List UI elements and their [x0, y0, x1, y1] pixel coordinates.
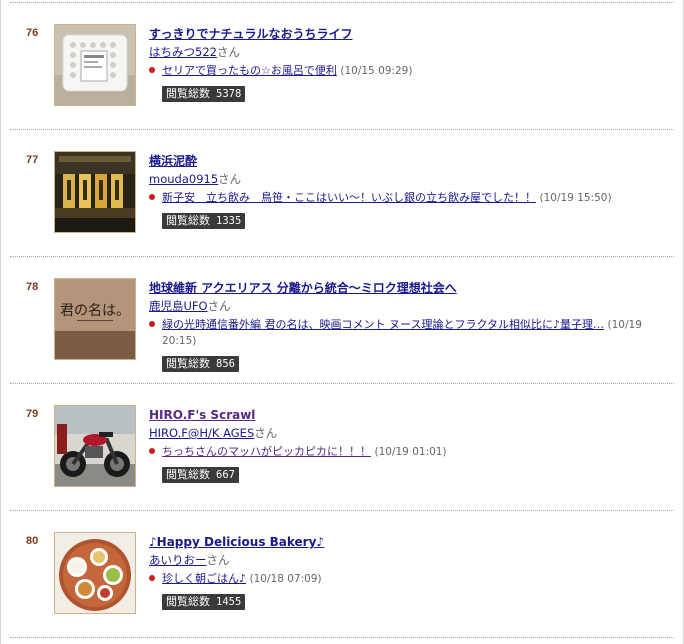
post-title-link[interactable]: 珍しく朝ごはん♪	[162, 572, 246, 585]
latest-post-line: 緑の光時通信番外編 君の名は、映画コメント ヌース理論とフラクタル相似比に♪量子…	[149, 317, 666, 349]
author-line: HIRO.F@H/K AGESさん	[149, 424, 666, 442]
ranking-entry: 79 HIRO.F's Scrawl HIRO.F@H/K AGESさん ちっち…	[10, 384, 674, 511]
bullet-icon	[149, 321, 155, 327]
bullet-icon	[149, 67, 155, 73]
post-title-link[interactable]: 新子安 立ち飲み 鳥笹・ここはいい〜！いぶし銀の立ち飲み屋でした！！	[162, 191, 536, 204]
author-line: mouda0915さん	[149, 170, 666, 188]
entry-info: 地球維新 アクエリアス 分離から統合〜ミロク理想社会へ 鹿児島UFOさん 緑の光…	[149, 279, 666, 372]
rank-number: 79	[26, 408, 39, 420]
post-title-link[interactable]: ちっちさんのマッハがピッカピカに！！！	[162, 445, 371, 458]
author-link[interactable]: 鹿児島UFO	[149, 299, 208, 313]
entry-info: すっきりでナチュラルなおうちライフ はちみつ522さん セリアで買ったもの☆お風…	[149, 25, 666, 102]
views-count: 667	[216, 469, 235, 481]
frame-border-left	[0, 0, 1, 644]
ranking-entry: 80 ♪Happy Delicious Bakery♪ あいりおーさん 珍しく朝…	[10, 511, 674, 638]
views-badge: 閲覧総数 1455	[162, 594, 246, 610]
rank-number: 76	[26, 27, 39, 39]
post-date: (10/19 15:50)	[539, 192, 612, 204]
sign-text: 君の名は。	[60, 303, 130, 319]
honorific: さん	[216, 45, 240, 59]
entry-info: 横浜泥酔 mouda0915さん 新子安 立ち飲み 鳥笹・ここはいい〜！いぶし銀…	[149, 152, 666, 229]
breakfast-plate-thumbnail[interactable]	[54, 532, 136, 614]
views-label: 閲覧総数	[166, 468, 210, 481]
blog-title-link[interactable]: HIRO.F's Scrawl	[149, 406, 255, 424]
entry-info: HIRO.F's Scrawl HIRO.F@H/K AGESさん ちっちさんの…	[149, 406, 666, 483]
bullet-icon	[149, 448, 155, 454]
views-count: 1455	[216, 596, 242, 608]
post-date: (10/19 01:01)	[374, 446, 447, 458]
post-date: (10/15 09:29)	[340, 65, 413, 77]
views-label: 閲覧総数	[166, 87, 210, 100]
bullet-icon	[149, 575, 155, 581]
post-title-link[interactable]: セリアで買ったもの☆お風呂で便利	[162, 64, 337, 77]
entry-info: ♪Happy Delicious Bakery♪ あいりおーさん 珍しく朝ごはん…	[149, 533, 666, 610]
latest-post-line: 珍しく朝ごはん♪ (10/18 07:09)	[149, 571, 666, 587]
views-badge: 閲覧総数 856	[162, 356, 239, 372]
honorific: さん	[254, 426, 278, 440]
latest-post-line: 新子安 立ち飲み 鳥笹・ここはいい〜！いぶし銀の立ち飲み屋でした！！ (10/1…	[149, 190, 666, 206]
post-date: (10/18 07:09)	[249, 573, 322, 585]
blog-title-link[interactable]: すっきりでナチュラルなおうちライフ	[149, 25, 353, 43]
ranking-entry: 77 横浜泥酔 mouda0915さん 新子安 立ち飲み 鳥笹・ここはいい〜！い…	[10, 130, 674, 257]
views-count: 5378	[216, 88, 242, 100]
blog-ranking-list: 76 すっきりでナチュラルなおうちライフ はちみつ522さん セリアで買ったもの…	[10, 0, 674, 638]
blog-title-link[interactable]: 地球維新 アクエリアス 分離から統合〜ミロク理想社会へ	[149, 279, 457, 297]
honorific: さん	[207, 299, 231, 313]
blog-title-link[interactable]: ♪Happy Delicious Bakery♪	[149, 533, 324, 551]
views-badge: 閲覧総数 667	[162, 467, 239, 483]
author-link[interactable]: HIRO.F@H/K AGES	[149, 426, 254, 440]
views-label: 閲覧総数	[166, 357, 210, 370]
author-link[interactable]: mouda0915	[149, 172, 218, 186]
blog-title-link[interactable]: 横浜泥酔	[149, 152, 197, 170]
ranking-entry: 76 すっきりでナチュラルなおうちライフ はちみつ522さん セリアで買ったもの…	[10, 3, 674, 130]
views-label: 閲覧総数	[166, 214, 210, 227]
honorific: さん	[218, 172, 242, 186]
rank-number: 78	[26, 281, 39, 293]
latest-post-line: セリアで買ったもの☆お風呂で便利 (10/15 09:29)	[149, 63, 666, 79]
post-title-link[interactable]: 緑の光時通信番外編 君の名は、映画コメント ヌース理論とフラクタル相似比に♪量子…	[162, 318, 604, 331]
views-badge: 閲覧総数 5378	[162, 86, 246, 102]
rank-number: 80	[26, 535, 39, 547]
author-line: はちみつ522さん	[149, 43, 666, 61]
views-label: 閲覧総数	[166, 595, 210, 608]
honorific: さん	[206, 553, 230, 567]
motorcycle-thumbnail[interactable]	[54, 405, 136, 487]
views-count: 1335	[216, 215, 242, 227]
kimi-no-na-wa-sign-thumbnail[interactable]: 君の名は。	[54, 278, 136, 360]
izakaya-street-thumbnail[interactable]	[54, 151, 136, 233]
laundry-basket-thumbnail[interactable]	[54, 24, 136, 106]
bullet-icon	[149, 194, 155, 200]
rank-number: 77	[26, 154, 39, 166]
author-link[interactable]: あいりおー	[149, 553, 207, 567]
views-count: 856	[216, 358, 235, 370]
author-line: 鹿児島UFOさん	[149, 297, 666, 315]
latest-post-line: ちっちさんのマッハがピッカピカに！！！ (10/19 01:01)	[149, 444, 666, 460]
views-badge: 閲覧総数 1335	[162, 213, 246, 229]
ranking-entry: 78 君の名は。 地球維新 アクエリアス 分離から統合〜ミロク理想社会へ 鹿児島…	[10, 257, 674, 384]
author-line: あいりおーさん	[149, 551, 666, 569]
author-link[interactable]: はちみつ522	[149, 45, 217, 59]
